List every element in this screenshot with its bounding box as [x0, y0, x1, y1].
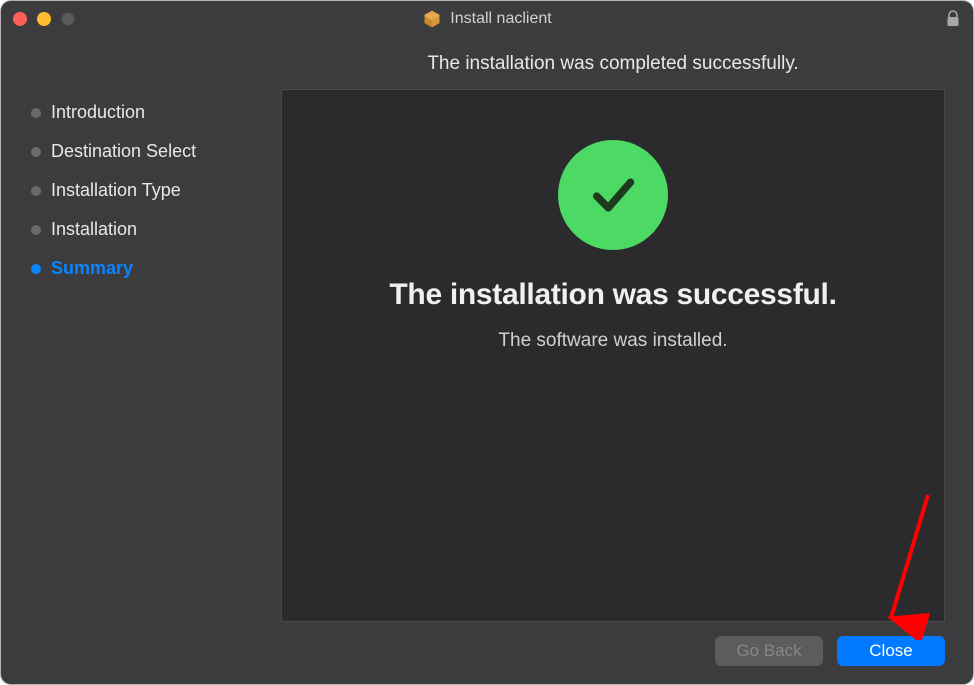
- page-header: The installation was completed successfu…: [281, 37, 945, 89]
- maximize-window-button[interactable]: [61, 12, 75, 26]
- title-center: Install naclient: [13, 9, 961, 29]
- content-area: Introduction Destination Select Installa…: [1, 37, 973, 684]
- traffic-lights: [13, 12, 75, 26]
- step-bullet-icon: [31, 186, 41, 196]
- sidebar: Introduction Destination Select Installa…: [1, 37, 281, 622]
- sidebar-item-introduction: Introduction: [31, 102, 261, 123]
- go-back-button[interactable]: Go Back: [715, 636, 823, 666]
- right-pane: The installation was completed successfu…: [281, 37, 973, 622]
- sidebar-label: Introduction: [51, 102, 145, 123]
- step-bullet-icon: [31, 264, 41, 274]
- main-area: Introduction Destination Select Installa…: [1, 37, 973, 622]
- sidebar-item-installation-type: Installation Type: [31, 180, 261, 201]
- minimize-window-button[interactable]: [37, 12, 51, 26]
- success-title: The installation was successful.: [389, 278, 836, 312]
- close-window-button[interactable]: [13, 12, 27, 26]
- sidebar-label: Installation: [51, 219, 137, 240]
- step-bullet-icon: [31, 108, 41, 118]
- package-icon: [422, 9, 442, 29]
- sidebar-label: Summary: [51, 258, 133, 279]
- window-title: Install naclient: [450, 10, 551, 28]
- close-button[interactable]: Close: [837, 636, 945, 666]
- installer-window: Install naclient Introduction Destinatio…: [1, 1, 973, 684]
- success-subtitle: The software was installed.: [498, 330, 727, 352]
- result-panel: The installation was successful. The sof…: [281, 89, 945, 622]
- button-bar: Go Back Close: [1, 622, 973, 684]
- step-bullet-icon: [31, 225, 41, 235]
- titlebar: Install naclient: [1, 1, 973, 37]
- lock-icon[interactable]: [945, 10, 961, 33]
- sidebar-item-installation: Installation: [31, 219, 261, 240]
- sidebar-label: Installation Type: [51, 180, 181, 201]
- sidebar-label: Destination Select: [51, 141, 196, 162]
- step-bullet-icon: [31, 147, 41, 157]
- success-checkmark-icon: [558, 140, 668, 250]
- sidebar-item-destination-select: Destination Select: [31, 141, 261, 162]
- sidebar-item-summary: Summary: [31, 258, 261, 279]
